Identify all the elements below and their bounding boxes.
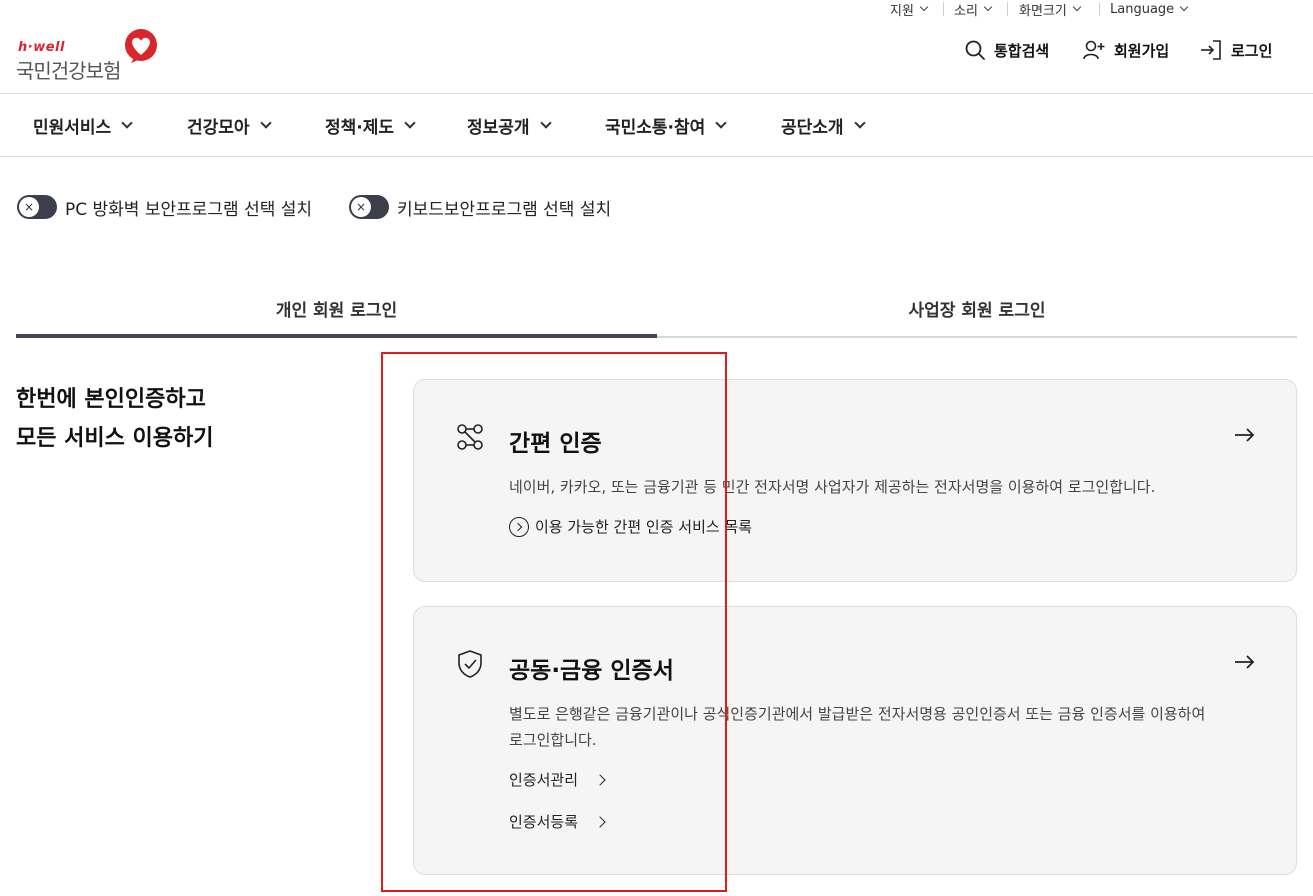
gnb-policy[interactable]: 정책·제도: [325, 112, 416, 138]
firewall-toggle[interactable]: ×: [17, 195, 57, 219]
gnb-label: 정보공개: [467, 117, 530, 138]
logo-name: 국민건강보험: [16, 59, 121, 83]
close-icon: ×: [351, 197, 371, 217]
utility-support-label: 지원: [890, 3, 914, 19]
highlight-box: [381, 352, 727, 892]
gnb-health-moa[interactable]: 건강모아: [187, 112, 272, 138]
chevron-down-icon: [715, 116, 727, 129]
utility-zoom[interactable]: 화면크기: [1019, 0, 1082, 19]
close-icon: ×: [19, 197, 39, 217]
utility-bar: 지원 소리 화면크기 Language: [0, 0, 1313, 20]
keyboard-security-toggle[interactable]: ×: [349, 195, 389, 219]
arrow-right-icon[interactable]: [1234, 427, 1256, 443]
chevron-down-icon: [259, 116, 272, 129]
tab-label: 사업장 회원 로그인: [908, 301, 1046, 321]
chevron-down-icon: [853, 116, 866, 129]
chevron-down-icon: [1072, 2, 1082, 12]
chevron-down-icon: [539, 116, 552, 129]
divider: [0, 156, 1313, 157]
divider: [0, 93, 1313, 94]
heart-logo-icon: [125, 29, 157, 63]
gnb-participation[interactable]: 국민소통·참여: [605, 112, 727, 138]
user-add-icon: [1083, 40, 1105, 60]
divider: [943, 2, 944, 16]
utility-language[interactable]: Language: [1110, 0, 1189, 18]
chevron-down-icon: [404, 116, 416, 129]
gnb-label: 공단소개: [781, 117, 844, 138]
intro-line-1: 한번에 본인인증하고: [16, 387, 206, 412]
utility-language-label: Language: [1110, 1, 1175, 17]
login-label: 로그인: [1231, 41, 1273, 60]
signup-button[interactable]: 회원가입: [1082, 38, 1169, 62]
tab-personal-login[interactable]: 개인 회원 로그인: [16, 296, 657, 324]
login-icon: [1201, 40, 1221, 60]
chevron-down-icon: [919, 2, 929, 12]
utility-sound-label: 소리: [954, 3, 978, 19]
integrated-search-button[interactable]: 통합검색: [964, 38, 1049, 62]
tab-label: 개인 회원 로그인: [275, 301, 398, 321]
utility-support[interactable]: 지원: [890, 0, 929, 19]
tab-active-indicator: [16, 334, 657, 338]
chevron-down-icon: [983, 2, 993, 12]
keyboard-toggle-label: 키보드보안프로그램 선택 설치: [397, 199, 612, 220]
gnb-civil-service[interactable]: 민원서비스: [33, 112, 133, 138]
gnb-disclosure[interactable]: 정보공개: [467, 112, 552, 138]
keyboard-toggle-row: × 키보드보안프로그램 선택 설치: [349, 194, 611, 220]
divider: [1099, 2, 1100, 16]
gnb-label: 국민소통·참여: [605, 117, 706, 138]
chevron-down-icon: [121, 116, 133, 129]
gnb-about[interactable]: 공단소개: [781, 112, 866, 138]
arrow-right-icon[interactable]: [1234, 654, 1256, 670]
tab-business-login[interactable]: 사업장 회원 로그인: [657, 296, 1297, 324]
gnb-label: 건강모아: [187, 117, 250, 138]
divider: [1007, 2, 1008, 16]
utility-zoom-label: 화면크기: [1019, 3, 1067, 19]
firewall-toggle-row: × PC 방화벽 보안프로그램 선택 설치: [17, 194, 312, 220]
login-button[interactable]: 로그인: [1199, 38, 1272, 62]
gnb-label: 정책·제도: [325, 117, 395, 138]
firewall-toggle-label: PC 방화벽 보안프로그램 선택 설치: [65, 199, 313, 220]
signup-label: 회원가입: [1114, 41, 1170, 60]
site-logo[interactable]: h·well 국민건강보험: [16, 28, 166, 83]
chevron-down-icon: [1179, 2, 1189, 12]
search-icon: [965, 40, 985, 60]
utility-sound[interactable]: 소리: [954, 0, 993, 19]
intro-heading: 한번에 본인인증하고 모든 서비스 이용하기: [16, 380, 213, 458]
gnb-label: 민원서비스: [33, 117, 112, 138]
logo-brand: h·well: [18, 40, 65, 55]
search-label: 통합검색: [994, 41, 1050, 60]
intro-line-2: 모든 서비스 이용하기: [16, 426, 214, 451]
